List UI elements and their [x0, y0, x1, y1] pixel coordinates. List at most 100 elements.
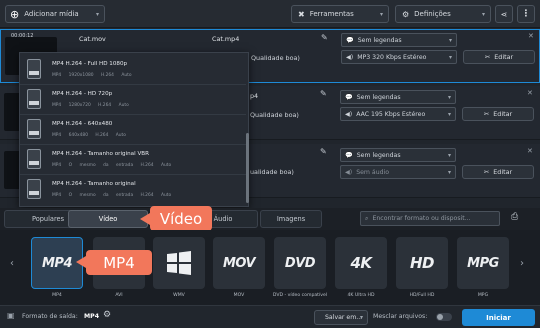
format-mpg[interactable]: MPG	[457, 237, 509, 289]
output-filename[interactable]: Cat.mp4	[212, 35, 239, 43]
audio-dropdown[interactable]: ◀) Sem áudio ▾	[340, 165, 456, 179]
file-icon	[27, 89, 41, 109]
mov-icon: MOV	[222, 255, 256, 271]
file-icon	[27, 149, 41, 169]
subtitle-dropdown[interactable]: 💬 Sem legendas ▾	[340, 148, 456, 162]
chevron-right-icon[interactable]: ›	[520, 258, 524, 269]
close-icon[interactable]: ✕	[527, 89, 533, 97]
device-icon[interactable]: ⎙	[511, 212, 518, 222]
tools-button[interactable]: ✖ Ferramentas ▾	[291, 5, 389, 23]
audio-icon: ◀)	[345, 110, 353, 118]
quality-label[interactable]: Qualidade boa)	[251, 54, 300, 62]
add-media-button[interactable]: ⊕ Adicionar mídia ▾	[5, 5, 105, 23]
scissors-icon: ✂	[483, 168, 490, 176]
edit-label: Editar	[493, 168, 513, 176]
scrollbar[interactable]	[246, 133, 249, 203]
subtitle-value: Sem legendas	[356, 93, 401, 101]
subtitle-dropdown[interactable]: 💬 Sem legendas ▾	[341, 33, 457, 47]
close-icon[interactable]: ✕	[528, 32, 534, 40]
chevron-down-icon: ▾	[447, 169, 451, 176]
preset-title: MP4 H.264 - Tamanho original	[52, 181, 136, 187]
audio-icon: ◀)	[346, 53, 354, 61]
callout-arrow	[140, 213, 150, 225]
pencil-icon[interactable]: ✎	[320, 147, 327, 156]
wrench-icon: ✖	[298, 9, 305, 19]
output-filename[interactable]: p4	[250, 92, 258, 100]
top-toolbar: ⊕ Adicionar mídia ▾ ✖ Ferramentas ▾ ⚙ De…	[0, 0, 540, 28]
audio-value: AAC 195 Kbps Estéreo	[356, 110, 426, 118]
close-icon[interactable]: ✕	[527, 147, 533, 155]
tools-label: Ferramentas	[309, 10, 354, 18]
output-format-value: MP4	[84, 313, 99, 320]
preset-details: MP4 O mesmo da entrada H.264 Auto	[52, 193, 172, 198]
preset-item[interactable]: MP4 H.264 - Tamanho original MP4 O mesmo…	[20, 175, 246, 205]
quality-label[interactable]: Qualidade boa)	[250, 111, 299, 119]
bottom-bar: ▣ Formato de saída: MP4 ⚙ Salvar em... ▾…	[0, 305, 540, 328]
callout-arrow	[76, 256, 86, 268]
convert-button[interactable]: Iniciar	[462, 309, 535, 326]
source-filename: Cat.mov	[79, 35, 106, 43]
format-4k[interactable]: 4K	[335, 237, 387, 289]
preset-item[interactable]: MP4 H.264 - 640x480 MP4 640x480 H.264 Au…	[20, 115, 246, 145]
tab-images[interactable]: Imagens	[260, 210, 322, 228]
mpg-icon: MPG	[467, 255, 499, 271]
preset-details: MP4 640x480 H.264 Auto	[52, 133, 126, 138]
chevron-down-icon: ▾	[359, 314, 363, 321]
edit-label: Editar	[493, 110, 513, 118]
chevron-down-icon: ▾	[448, 54, 452, 61]
search-placeholder: Encontrar formato ou disposit...	[372, 215, 471, 222]
format-mov[interactable]: MOV	[213, 237, 265, 289]
preset-item[interactable]: MP4 H.264 - HD 720p MP4 1280x720 H.264 A…	[20, 85, 246, 115]
edit-label: Editar	[494, 53, 514, 61]
edit-button[interactable]: ✂ Editar	[463, 50, 535, 64]
chat-icon: 💬	[345, 94, 353, 101]
chevron-left-icon[interactable]: ‹	[10, 258, 14, 269]
edit-button[interactable]: ✂ Editar	[462, 107, 534, 121]
subtitle-dropdown[interactable]: 💬 Sem legendas ▾	[340, 90, 456, 104]
preset-title: MP4 H.264 - Tamanho original VBR	[52, 151, 149, 157]
format-label: MOV	[233, 293, 245, 298]
gear-icon[interactable]: ⚙	[103, 310, 111, 320]
audio-dropdown[interactable]: ◀) AAC 195 Kbps Estéreo ▾	[340, 107, 456, 121]
preset-item[interactable]: MP4 H.264 - Full HD 1080p MP4 1920x1080 …	[20, 55, 246, 85]
scissors-icon: ✂	[484, 53, 491, 61]
video-callout: Vídeo	[150, 206, 212, 231]
chevron-down-icon: ▾	[379, 10, 383, 18]
subtitle-value: Sem legendas	[357, 36, 402, 44]
chat-icon: 💬	[345, 152, 353, 159]
audio-icon: ◀)	[345, 168, 353, 176]
tab-label: Áudio	[213, 215, 233, 223]
dvd-icon: DVD	[284, 255, 316, 271]
format-wmv[interactable]	[153, 237, 205, 289]
search-input[interactable]: ⌕ Encontrar formato ou disposit...	[360, 211, 500, 226]
preset-item[interactable]: MP4 H.264 - Tamanho original VBR MP4 O m…	[20, 145, 246, 175]
tab-label: Imagens	[276, 215, 306, 223]
pencil-icon[interactable]: ✎	[320, 89, 327, 98]
subtitle-value: Sem legendas	[356, 151, 401, 159]
preset-title: MP4 H.264 - Full HD 1080p	[52, 61, 128, 67]
save-in-dropdown[interactable]: Salvar em... ▾	[314, 310, 368, 325]
chevron-down-icon: ▾	[447, 111, 451, 118]
chevron-down-icon: ▾	[95, 10, 99, 18]
plus-icon: ⊕	[10, 7, 20, 21]
audio-dropdown[interactable]: ◀) MP3 320 Kbps Estéreo ▾	[341, 50, 457, 64]
merge-toggle[interactable]	[436, 313, 452, 321]
callout-label: MP4	[103, 253, 135, 272]
tab-label: Vídeo	[98, 215, 118, 223]
duration-label: 00:00:12	[11, 33, 34, 39]
format-hd[interactable]: HD	[396, 237, 448, 289]
tab-video[interactable]: Vídeo	[68, 210, 148, 228]
format-label: MPG	[477, 293, 489, 298]
settings-button[interactable]: ⚙ Definições ▾	[395, 5, 491, 23]
format-label: HD/Full HD	[409, 293, 435, 298]
quality-label[interactable]: ualidade boa)	[250, 168, 294, 176]
share-button[interactable]: ⋖	[495, 5, 513, 23]
tab-label: Populares	[31, 215, 65, 223]
pencil-icon[interactable]: ✎	[321, 33, 328, 42]
menu-button[interactable]: ⋮	[517, 5, 535, 23]
preset-title: MP4 H.264 - HD 720p	[52, 91, 113, 97]
edit-button[interactable]: ✂ Editar	[462, 165, 534, 179]
format-tabs: Populares Vídeo Áudio Imagens ⌕ Encontrar…	[0, 208, 540, 230]
chevron-down-icon: ▾	[447, 94, 451, 101]
format-dvd[interactable]: DVD	[274, 237, 326, 289]
